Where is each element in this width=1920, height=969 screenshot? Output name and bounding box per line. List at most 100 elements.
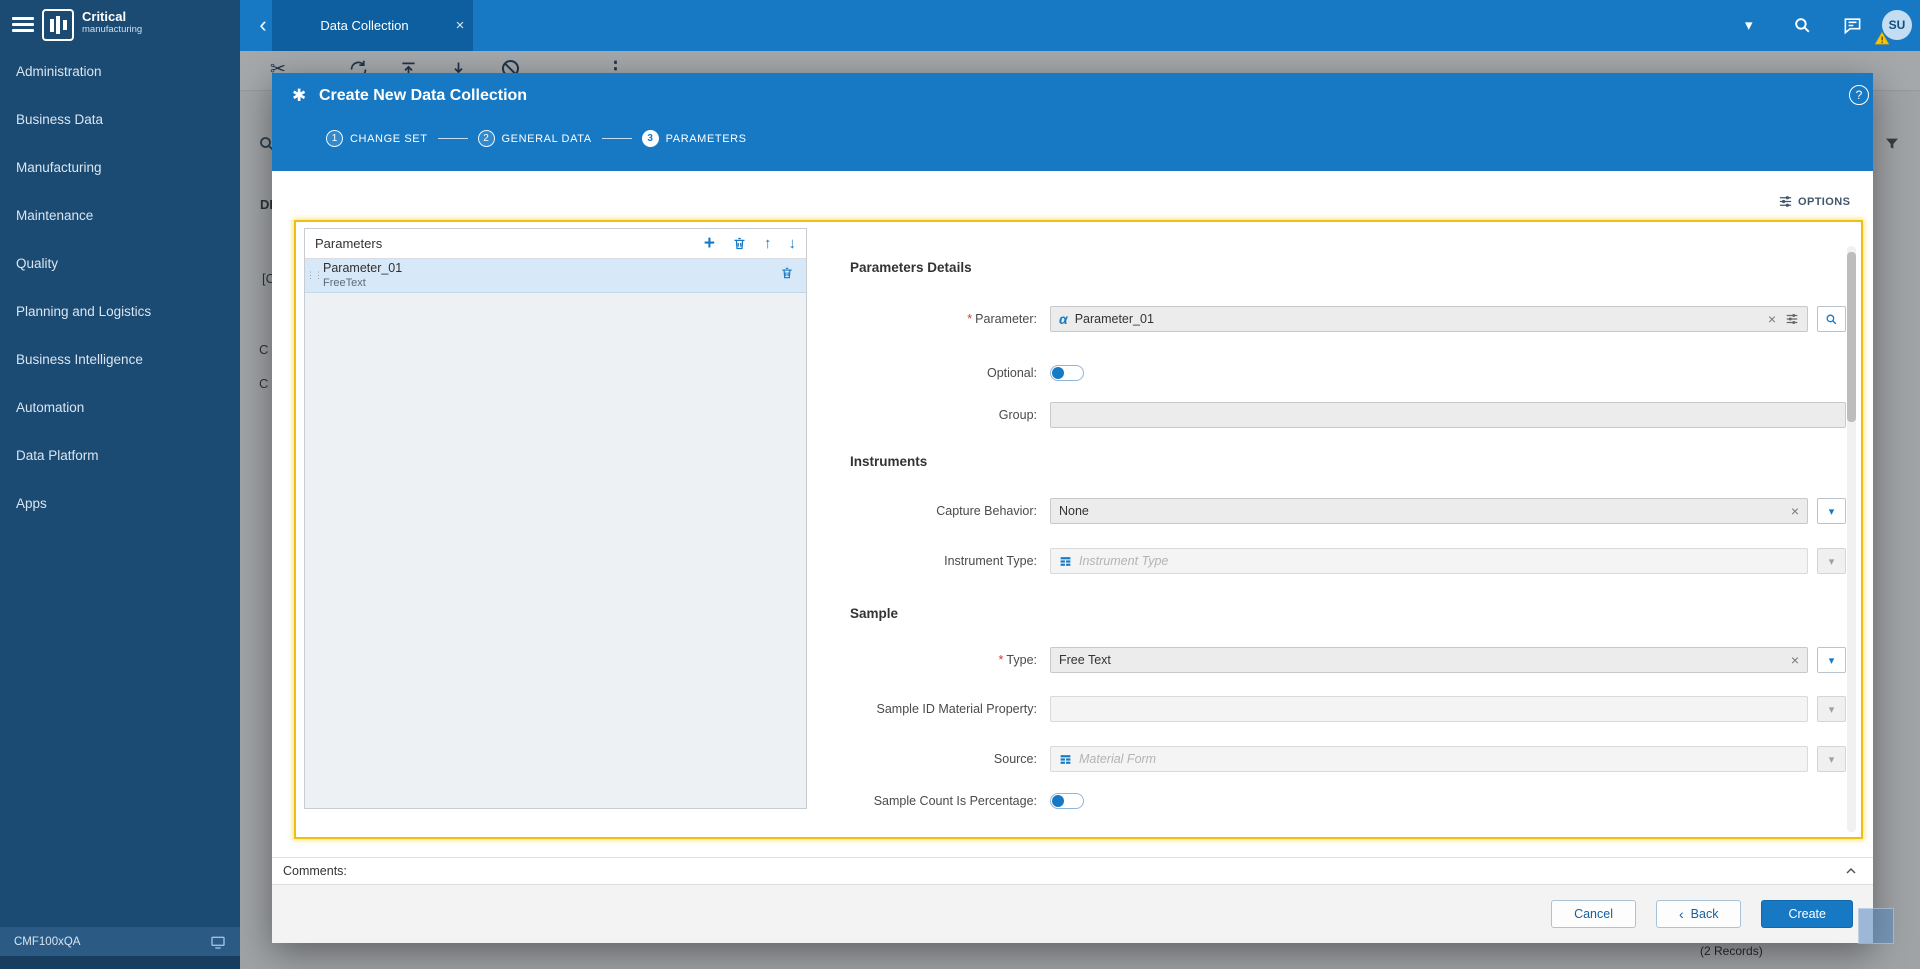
label-text: Sample Count Is Percentage: [873,794,1037,808]
sidebar-item-label: Planning and Logistics [16,303,152,319]
optional-toggle[interactable] [1050,365,1084,381]
type-dropdown-button[interactable]: ▾ [1817,647,1846,673]
capture-behavior-field-label: Capture Behavior: [776,498,1037,524]
logo-title: Critical [82,9,127,24]
parameter-field-label: * Parameter: [776,306,1037,332]
avatar-initials: SU [1888,18,1906,32]
clear-icon[interactable]: × [1791,503,1799,519]
sidebar-item-label: Quality [16,255,59,271]
sidebar-item-planning-and-logistics[interactable]: Planning and Logistics [0,287,240,335]
sidebar-item-label: Administration [16,63,102,79]
comments-label: Comments: [283,864,347,878]
feedback-chat-icon[interactable] [1843,16,1862,35]
instrument-type-placeholder: Instrument Type [1079,554,1169,568]
create-button[interactable]: Create [1761,900,1853,928]
global-search-icon[interactable] [1793,16,1812,35]
hamburger-menu-icon[interactable] [12,17,34,33]
caret-down-icon: ▾ [1828,555,1835,568]
sample-id-material-property-select [1050,696,1808,722]
table-entity-icon [1060,556,1071,566]
capture-behavior-dropdown-button[interactable]: ▾ [1817,498,1846,524]
cancel-label: Cancel [1574,907,1613,921]
parameters-list-title: Parameters [315,236,383,251]
sidebar-item-maintenance[interactable]: Maintenance [0,191,240,239]
tab-list-caret-icon[interactable]: ▾ [1745,16,1753,34]
sidebar-bottom-strip [0,956,240,969]
drag-handle-icon[interactable]: ⋮⋮ [305,270,323,281]
connection-status-icon[interactable] [210,934,226,950]
sidebar-item-label: Maintenance [16,207,94,223]
help-icon[interactable]: ? [1849,85,1869,105]
sidebar-nav: Administration Business Data Manufacturi… [0,47,240,527]
table-entity-icon [1060,754,1071,764]
sample-id-material-property-field-label: Sample ID Material Property: [776,696,1037,722]
parameter-item-type: FreeText [323,276,366,289]
sidebar-item-data-platform[interactable]: Data Platform [0,431,240,479]
step-parameters[interactable]: 3 PARAMETERS [641,130,747,147]
step-label: GENERAL DATA [501,132,592,145]
parameters-list-panel: Parameters + ↑ ↓ ⋮⋮ Parameter_01 FreeTex… [304,228,807,809]
label-text: Capture Behavior: [936,504,1037,518]
move-down-button[interactable]: ↓ [789,235,797,252]
chevron-up-icon[interactable] [1843,863,1859,879]
sample-count-is-percentage-toggle[interactable] [1050,793,1084,809]
drag-ghost-artifact [1858,908,1894,944]
scrollbar-thumb[interactable] [1847,252,1856,422]
tab-label: Data Collection [320,18,409,33]
label-text: Sample ID Material Property: [876,702,1037,716]
advanced-filter-icon[interactable] [1785,312,1799,326]
group-input[interactable] [1050,402,1846,428]
step-change-set[interactable]: 1 CHANGE SET [326,130,428,147]
clear-icon[interactable]: × [1768,311,1776,327]
delete-parameter-button[interactable] [732,236,747,251]
capture-behavior-select[interactable]: None × [1050,498,1808,524]
toggle-knob [1052,367,1064,379]
add-parameter-button[interactable]: + [704,234,715,253]
row-delete-button[interactable] [780,266,806,285]
sidebar-item-business-data[interactable]: Business Data [0,95,240,143]
cancel-button[interactable]: Cancel [1551,900,1636,928]
capture-behavior-value: None [1059,504,1089,518]
parameter-list-item-selected[interactable]: ⋮⋮ Parameter_01 FreeText [305,259,806,293]
move-up-button[interactable]: ↑ [764,235,772,252]
type-select[interactable]: Free Text × [1050,647,1808,673]
type-value: Free Text [1059,653,1111,667]
details-scrollbar[interactable] [1847,246,1856,832]
sidebar-item-label: Apps [16,495,47,511]
options-button[interactable]: OPTIONS [1778,194,1850,209]
step-label: PARAMETERS [665,132,747,145]
wizard-header: ✱ Create New Data Collection ? 1 CHANGE … [272,73,1873,171]
sidebar-item-apps[interactable]: Apps [0,479,240,527]
group-field-label: Group: [776,402,1037,428]
instruments-section-heading: Instruments [850,454,928,469]
sidebar-item-administration[interactable]: Administration [0,47,240,95]
environment-label: CMF100xQA [14,935,81,948]
options-label: OPTIONS [1798,195,1851,208]
sidebar-item-business-intelligence[interactable]: Business Intelligence [0,335,240,383]
logo-subtitle: manufacturing [82,24,143,35]
tab-data-collection[interactable]: Data Collection × [272,0,473,51]
help-glyph: ? [1855,88,1863,102]
back-button[interactable]: ‹ Back [1656,900,1742,928]
toggle-knob [1052,795,1064,807]
sidebar-item-label: Automation [16,399,85,415]
sidebar-item-automation[interactable]: Automation [0,383,240,431]
logo-text: Critical manufacturing [82,10,142,35]
wizard-entity-icon: ✱ [292,86,307,105]
sample-section-heading: Sample [850,606,899,621]
clear-icon[interactable]: × [1791,652,1799,668]
parameter-input[interactable]: α Parameter_01 × [1050,306,1808,332]
tab-close-icon[interactable]: × [447,17,473,34]
comments-section[interactable]: Comments: [272,857,1873,884]
sidebar-item-manufacturing[interactable]: Manufacturing [0,143,240,191]
sidebar-item-label: Business Intelligence [16,351,143,367]
step-general-data[interactable]: 2 GENERAL DATA [477,130,592,147]
sidebar-item-quality[interactable]: Quality [0,239,240,287]
sidebar-item-label: Manufacturing [16,159,102,175]
tab-scroll-left-icon[interactable]: ‹ [253,11,273,39]
label-text: Type: [1006,653,1037,667]
parameters-step-container: Parameters + ↑ ↓ ⋮⋮ Parameter_01 FreeTex… [294,220,1863,839]
sidebar-item-label: Data Platform [16,447,99,463]
parameter-search-button[interactable] [1817,306,1846,332]
warning-badge-icon[interactable] [1874,31,1890,46]
